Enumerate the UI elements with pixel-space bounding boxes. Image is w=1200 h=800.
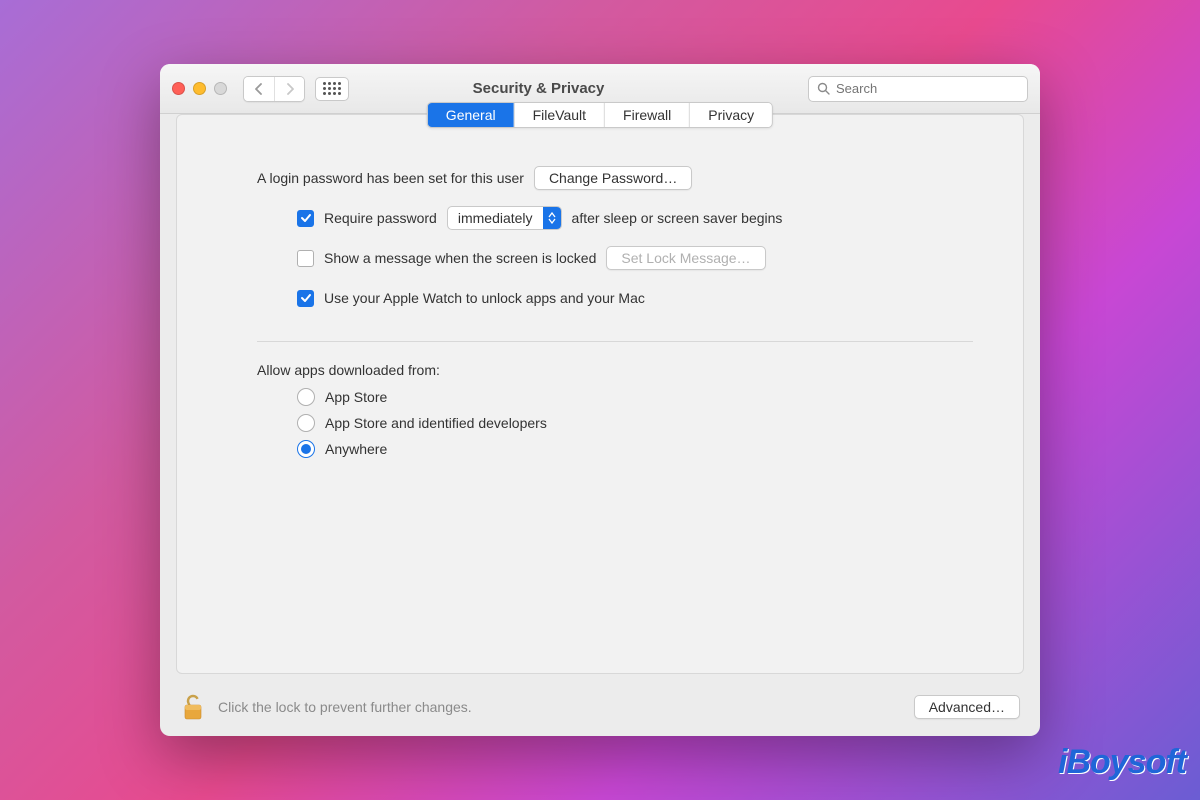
radio-identified-developers[interactable]: App Store and identified developers xyxy=(297,414,973,432)
radio-label: Anywhere xyxy=(325,441,387,457)
change-password-button[interactable]: Change Password… xyxy=(534,166,692,190)
apple-watch-row: Use your Apple Watch to unlock apps and … xyxy=(257,285,973,311)
lock-text: Click the lock to prevent further change… xyxy=(218,699,472,715)
allow-apps-radio-group: App Store App Store and identified devel… xyxy=(257,388,973,458)
show-message-row: Show a message when the screen is locked… xyxy=(257,245,973,271)
chevron-updown-icon xyxy=(543,207,561,229)
content-panel: General FileVault Firewall Privacy A log… xyxy=(176,114,1024,674)
search-field[interactable] xyxy=(808,76,1028,102)
radio-app-store[interactable]: App Store xyxy=(297,388,973,406)
tab-filevault[interactable]: FileVault xyxy=(514,103,604,127)
check-icon xyxy=(300,292,312,304)
radio-label: App Store and identified developers xyxy=(325,415,547,431)
search-icon xyxy=(817,82,830,95)
login-password-label: A login password has been set for this u… xyxy=(257,170,524,186)
set-lock-message-button: Set Lock Message… xyxy=(606,246,765,270)
watermark: iBoysoft xyxy=(1058,743,1186,782)
tab-privacy[interactable]: Privacy xyxy=(689,103,772,127)
show-message-checkbox[interactable] xyxy=(297,250,314,267)
footer: Click the lock to prevent further change… xyxy=(160,684,1040,736)
preferences-window: Security & Privacy General FileVault Fir… xyxy=(160,64,1040,736)
login-password-row: A login password has been set for this u… xyxy=(257,165,973,191)
apple-watch-checkbox[interactable] xyxy=(297,290,314,307)
window-controls xyxy=(172,82,227,95)
tab-firewall[interactable]: Firewall xyxy=(604,103,689,127)
zoom-window-button[interactable] xyxy=(214,82,227,95)
divider xyxy=(257,341,973,342)
general-section: A login password has been set for this u… xyxy=(177,137,1023,458)
minimize-window-button[interactable] xyxy=(193,82,206,95)
search-input[interactable] xyxy=(836,81,1019,96)
tab-general[interactable]: General xyxy=(428,103,514,127)
radio-button[interactable] xyxy=(297,388,315,406)
radio-button[interactable] xyxy=(297,440,315,458)
require-password-label-after: after sleep or screen saver begins xyxy=(572,210,783,226)
require-password-delay-select[interactable]: immediately xyxy=(447,206,562,230)
tab-bar: General FileVault Firewall Privacy xyxy=(427,102,773,128)
radio-anywhere[interactable]: Anywhere xyxy=(297,440,973,458)
window-title: Security & Privacy xyxy=(279,80,798,97)
radio-button[interactable] xyxy=(297,414,315,432)
require-password-row: Require password immediately after sleep… xyxy=(257,205,973,231)
show-message-label: Show a message when the screen is locked xyxy=(324,250,596,266)
check-icon xyxy=(300,212,312,224)
apple-watch-label: Use your Apple Watch to unlock apps and … xyxy=(324,290,645,306)
radio-label: App Store xyxy=(325,389,387,405)
back-button[interactable] xyxy=(244,77,274,101)
select-value: immediately xyxy=(448,210,543,226)
lock-icon[interactable] xyxy=(180,692,206,722)
advanced-button[interactable]: Advanced… xyxy=(914,695,1020,719)
require-password-checkbox[interactable] xyxy=(297,210,314,227)
allow-apps-heading: Allow apps downloaded from: xyxy=(257,362,973,378)
close-window-button[interactable] xyxy=(172,82,185,95)
require-password-label-before: Require password xyxy=(324,210,437,226)
